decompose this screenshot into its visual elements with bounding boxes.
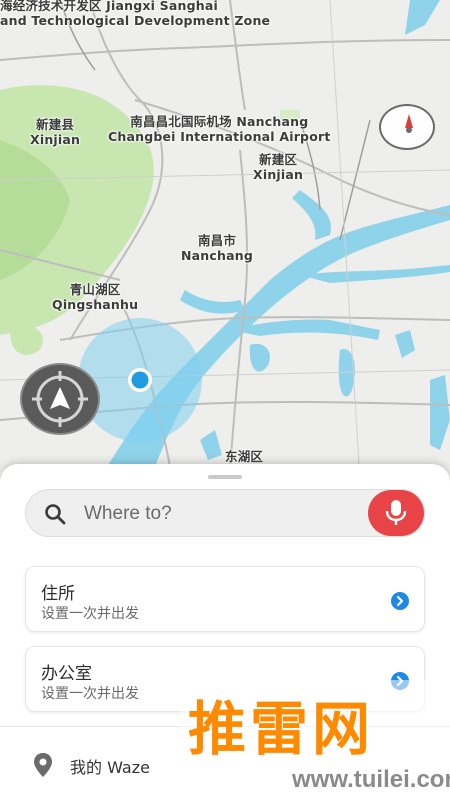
map-label-nanchang: 南昌市 Nanchang (181, 233, 253, 263)
chevron-right-icon (391, 672, 409, 690)
xinjian-county-cn: 新建县 (36, 117, 75, 132)
chevron-right-icon (391, 592, 409, 610)
map-label-airport: 南昌昌北国际机场 Nanchang Changbei International… (108, 114, 331, 144)
map-view[interactable]: 海经济技术开发区 Jiangxi Sanghai and Technologic… (0, 0, 450, 480)
compass-center (406, 127, 412, 133)
compass-button[interactable] (379, 104, 435, 150)
voice-search-button[interactable] (368, 490, 424, 536)
map-label-xinjian-county: 新建县 Xinjian (30, 117, 80, 147)
sheet-divider (0, 726, 450, 727)
home-shortcut-card[interactable]: 住所 设置一次并出发 (25, 566, 425, 632)
search-icon (45, 504, 66, 525)
recenter-icon (32, 371, 88, 427)
compass-icon (405, 114, 413, 128)
map-label-donghu: 东湖区 (225, 449, 263, 464)
recenter-button[interactable] (20, 363, 100, 435)
my-waze-label: 我的 Waze (70, 758, 150, 777)
search-input[interactable] (84, 499, 354, 529)
xinjian-district-cn: 新建区 (259, 152, 298, 167)
xinjian-district-en: Xinjian (253, 167, 304, 182)
microphone-icon (385, 500, 407, 525)
bottom-sheet: 住所 设置一次并出发 办公室 设置一次并出发 我的 Waze (0, 464, 450, 800)
map-label-xinjian-district: 新建区 Xinjian (253, 152, 303, 182)
zone-label-line2: and Technological Development Zone (0, 13, 271, 28)
work-subtitle: 设置一次并出发 (41, 686, 139, 702)
map-label-qingshanhu: 青山湖区 Qingshanhu (52, 282, 138, 312)
airport-cn: 南昌昌北国际机场 Nanchang (130, 114, 309, 129)
home-subtitle: 设置一次并出发 (41, 606, 139, 622)
work-title: 办公室 (41, 664, 92, 684)
work-shortcut-card[interactable]: 办公室 设置一次并出发 (25, 646, 425, 712)
map-label-development-zone: 海经济技术开发区 Jiangxi Sanghai and Technologic… (0, 0, 270, 28)
location-pin-icon (34, 753, 52, 777)
zone-label-line1: 海经济技术开发区 Jiangxi Sanghai (0, 0, 218, 13)
home-title: 住所 (41, 584, 75, 604)
search-bar[interactable] (25, 489, 425, 537)
sheet-drag-handle[interactable] (208, 475, 242, 479)
xinjian-county-en: Xinjian (30, 132, 81, 147)
airport-en: Changbei International Airport (108, 129, 331, 144)
nanchang-en: Nanchang (181, 248, 253, 263)
my-waze-button[interactable]: 我的 Waze (32, 752, 232, 778)
nanchang-cn: 南昌市 (197, 233, 237, 248)
qingshanhu-en: Qingshanhu (52, 297, 139, 312)
qingshanhu-cn: 青山湖区 (69, 282, 121, 297)
donghu-cn: 东湖区 (225, 449, 264, 464)
